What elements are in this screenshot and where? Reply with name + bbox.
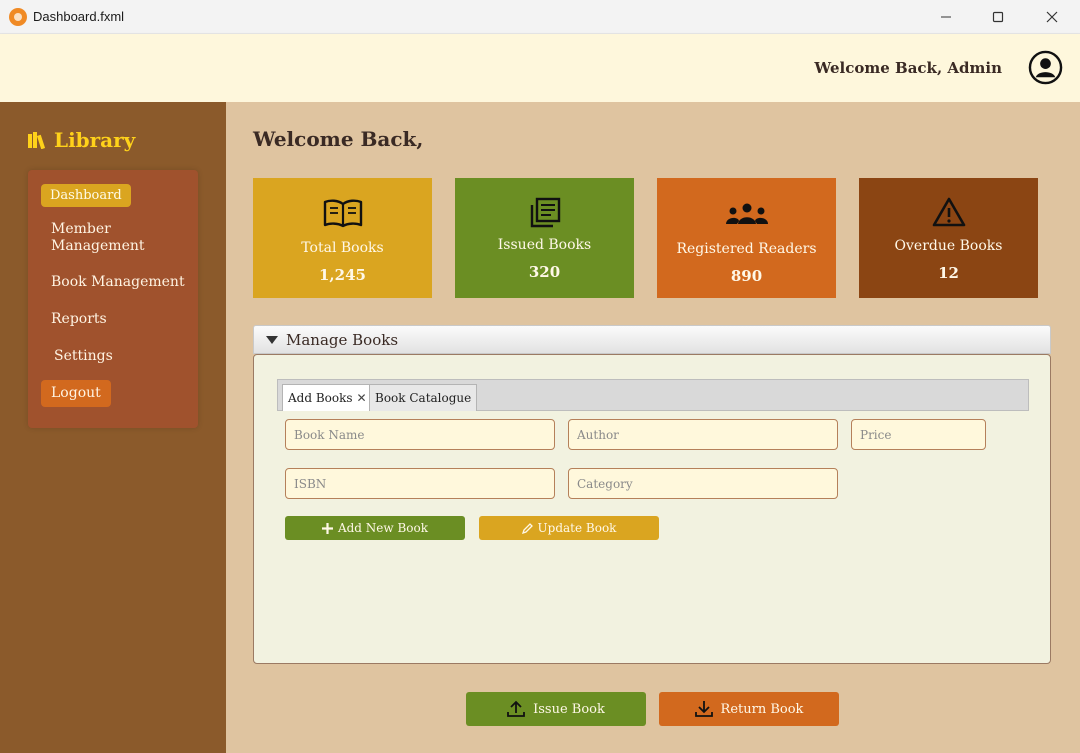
card-label: Issued Books: [497, 237, 592, 253]
upload-icon: [507, 700, 526, 717]
tab-close-icon[interactable]: ✕: [357, 391, 367, 405]
app-header: Welcome Back, Admin: [0, 34, 1080, 102]
card-value: 1,245: [319, 266, 366, 284]
user-circle-icon[interactable]: [1028, 50, 1063, 85]
nav-panel: Dashboard Member Management Book Managem…: [28, 170, 198, 428]
brand-label: Library: [54, 128, 136, 152]
add-new-book-button[interactable]: Add New Book: [285, 516, 465, 540]
tab-add-books[interactable]: Add Books ✕: [282, 384, 373, 411]
card-label: Registered Readers: [676, 241, 817, 257]
category-field[interactable]: [568, 468, 838, 499]
brand: Library: [27, 128, 135, 152]
card-value: 12: [938, 264, 959, 282]
main-content: Welcome Back, Total Books 1,245 Issued B…: [226, 102, 1080, 753]
stat-card-issued-books: Issued Books 320: [455, 178, 634, 298]
stat-card-registered-readers: Registered Readers 890: [657, 178, 836, 298]
isbn-field[interactable]: [285, 468, 555, 499]
pane-title: Manage Books: [286, 331, 399, 349]
tab-book-catalogue[interactable]: Book Catalogue: [369, 384, 478, 411]
manage-books-pane-header[interactable]: Manage Books: [253, 325, 1051, 354]
sidebar-item-book-management[interactable]: Book Management: [51, 274, 185, 291]
button-label: Issue Book: [533, 701, 605, 717]
issue-book-button[interactable]: Issue Book: [466, 692, 646, 726]
card-label: Overdue Books: [894, 238, 1003, 254]
welcome-admin-text: Welcome Back, Admin: [814, 59, 1002, 77]
sidebar: Library Dashboard Member Management Book…: [0, 102, 226, 753]
sidebar-item-member-management[interactable]: Member Management: [51, 221, 181, 255]
manage-books-pane: Add Books ✕ Book Catalogue Add New Book …: [253, 354, 1051, 664]
app-icon: [9, 8, 27, 26]
tab-label: Book Catalogue: [375, 391, 472, 405]
logout-button[interactable]: Logout: [41, 380, 111, 407]
button-label: Add New Book: [337, 521, 429, 535]
close-button[interactable]: [1026, 0, 1078, 34]
return-book-button[interactable]: Return Book: [659, 692, 839, 726]
download-icon: [694, 701, 713, 717]
maximize-button[interactable]: [972, 0, 1024, 34]
stat-card-overdue-books: Overdue Books 12: [859, 178, 1038, 298]
author-field[interactable]: [568, 419, 838, 450]
sidebar-item-dashboard[interactable]: Dashboard: [41, 184, 131, 207]
document-stack-icon: [530, 197, 560, 228]
card-value: 890: [730, 267, 763, 285]
open-book-icon: [323, 199, 362, 228]
warning-icon: [932, 197, 965, 227]
price-field[interactable]: [851, 419, 986, 450]
close-icon: [1046, 11, 1058, 23]
book-name-field[interactable]: [285, 419, 555, 450]
update-book-button[interactable]: Update Book: [479, 516, 659, 540]
page-title: Welcome Back,: [253, 127, 424, 151]
minimize-icon: [941, 16, 951, 18]
sidebar-item-settings[interactable]: Settings: [54, 348, 113, 365]
window-title: Dashboard.fxml: [33, 9, 125, 24]
window-titlebar: Dashboard.fxml: [0, 0, 1080, 34]
users-group-icon: [725, 203, 768, 224]
minimize-button[interactable]: [920, 0, 972, 34]
sidebar-item-reports[interactable]: Reports: [51, 311, 107, 328]
tab-label: Add Books: [288, 391, 353, 405]
plus-icon: [321, 522, 333, 534]
card-label: Total Books: [301, 240, 384, 256]
pencil-icon: [521, 522, 533, 534]
card-value: 320: [528, 263, 561, 281]
maximize-icon: [992, 11, 1004, 23]
collapse-arrow-icon[interactable]: [266, 336, 278, 344]
tab-strip: Add Books ✕ Book Catalogue: [277, 379, 1029, 411]
button-label: Update Book: [537, 521, 617, 535]
books-icon: [28, 132, 46, 149]
button-label: Return Book: [720, 701, 804, 717]
stat-card-total-books: Total Books 1,245: [253, 178, 432, 298]
